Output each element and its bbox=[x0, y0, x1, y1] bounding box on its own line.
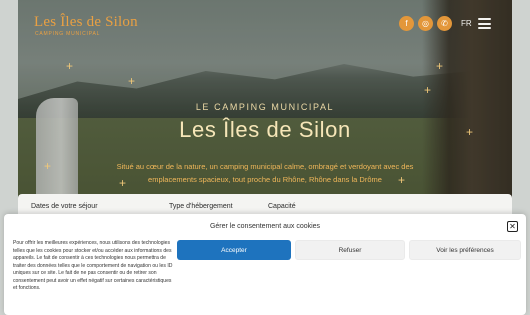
cookie-dialog-text: Pour offrir les meilleures expériences, … bbox=[13, 240, 173, 292]
sparkle-icon: + bbox=[436, 59, 444, 73]
hero-title: Les Îles de Silon bbox=[179, 117, 351, 142]
instagram-icon[interactable]: ◎ bbox=[418, 16, 433, 31]
sparkle-icon: + bbox=[128, 74, 136, 88]
facebook-icon[interactable]: f bbox=[399, 16, 414, 31]
phone-icon[interactable]: ✆ bbox=[437, 16, 452, 31]
cookie-consent-dialog: Gérer le consentement aux cookies ✕ Pour… bbox=[4, 214, 526, 315]
close-icon[interactable]: ✕ bbox=[507, 221, 518, 232]
menu-icon[interactable] bbox=[478, 18, 491, 29]
accommodation-type-field-label[interactable]: Type d'hébergement bbox=[169, 203, 233, 210]
capacity-field-label[interactable]: Capacité bbox=[268, 203, 296, 210]
accept-button[interactable]: Accepter bbox=[177, 240, 291, 260]
site-logo[interactable]: Les Îles de Silon bbox=[34, 14, 138, 31]
sparkle-icon: + bbox=[66, 59, 74, 73]
language-switcher[interactable]: FR bbox=[461, 19, 472, 28]
refuse-button[interactable]: Refuser bbox=[295, 240, 405, 260]
site-logo-subtitle: CAMPING MUNICIPAL bbox=[35, 31, 101, 37]
dates-field-label[interactable]: Dates de votre séjour bbox=[31, 203, 98, 210]
hero-kicker: LE CAMPING MUNICIPAL bbox=[195, 102, 335, 112]
cookie-dialog-title: Gérer le consentement aux cookies bbox=[209, 223, 321, 230]
sparkle-icon: + bbox=[44, 159, 52, 173]
sparkle-icon: + bbox=[424, 83, 432, 97]
view-preferences-button[interactable]: Voir les préférences bbox=[409, 240, 521, 260]
hero-description: Situé au cœur de la nature, un camping m… bbox=[116, 162, 414, 184]
social-icons: f ◎ ✆ bbox=[399, 16, 452, 31]
page: Les Îles de Silon CAMPING MUNICIPAL f ◎ … bbox=[0, 0, 530, 315]
